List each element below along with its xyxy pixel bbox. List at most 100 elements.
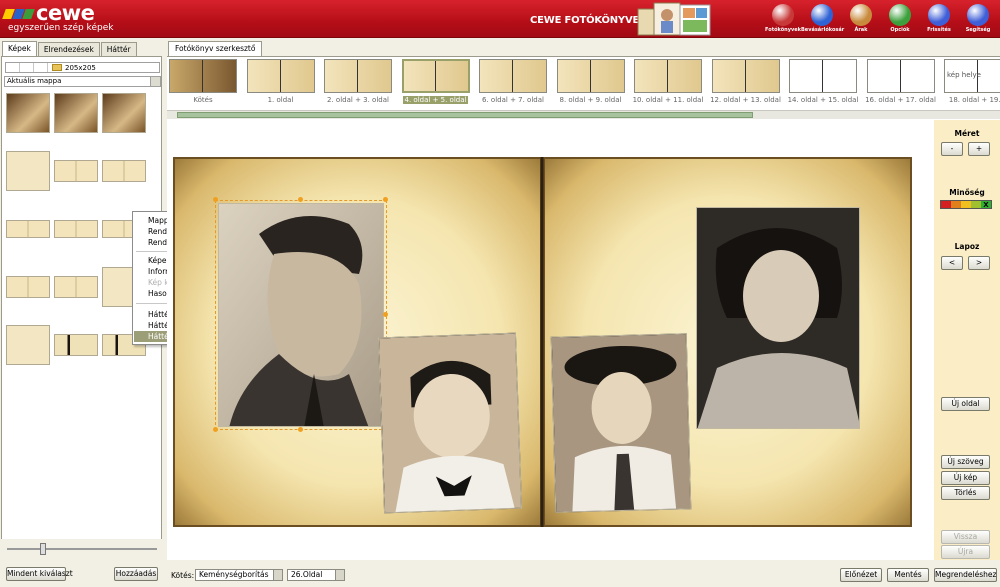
empty-slot-text: kép helye xyxy=(947,71,981,79)
page-count-select[interactable]: 26.Oldal xyxy=(287,569,345,581)
tab-backgrounds[interactable]: Háttér xyxy=(100,42,137,56)
preview-button[interactable]: Előnézet xyxy=(840,568,882,582)
page-count-value: 26.Oldal xyxy=(291,570,323,579)
chevron-down-icon[interactable] xyxy=(150,77,160,86)
photobooks-icon xyxy=(772,4,794,26)
photobooks-toolbar-button[interactable]: Fotókönyvek xyxy=(762,4,804,37)
order-button[interactable]: Megrendeléshez xyxy=(934,568,997,582)
page-thumbnail[interactable]: 6. oldal + 7. oldal xyxy=(479,59,547,105)
resize-handle-bl[interactable] xyxy=(213,427,218,432)
page-strip-scrollbar[interactable] xyxy=(167,110,1000,119)
background-thumbnail[interactable] xyxy=(54,93,98,133)
background-thumbnail[interactable] xyxy=(6,151,50,191)
photo-woman-portrait[interactable] xyxy=(696,207,860,429)
resize-handle-tl[interactable] xyxy=(213,197,218,202)
new-text-button[interactable]: Új szöveg xyxy=(941,455,990,469)
page-thumbnail[interactable]: kép helye 18. oldal + 19. o xyxy=(944,59,1000,105)
background-thumbnail[interactable] xyxy=(6,93,50,133)
download-toolbar-button[interactable]: Frissítés xyxy=(918,4,960,37)
page-thumbnail[interactable]: 4. oldal + 5. oldal xyxy=(401,59,470,105)
background-thumbnail[interactable] xyxy=(54,334,98,356)
folder-path-row[interactable]: 205x205 xyxy=(5,62,160,73)
page-thumbnail[interactable]: Kötés xyxy=(169,59,237,105)
page-thumbnail[interactable]: 2. oldal + 3. oldal xyxy=(324,59,392,105)
page-preview xyxy=(789,59,857,93)
toolbar-label: Árak xyxy=(854,27,868,33)
help-toolbar-button[interactable]: Segítség xyxy=(957,4,999,37)
select-all-button[interactable]: Mindent kiválaszt xyxy=(6,567,73,581)
page-caption: 16. oldal + 17. oldal xyxy=(865,96,936,104)
background-thumbnail[interactable] xyxy=(6,276,50,298)
page-preview: kép helye xyxy=(944,59,1000,93)
tab-photobook-editor[interactable]: Fotókönyv szerkesztő xyxy=(168,41,263,56)
page-preview xyxy=(401,59,470,93)
page-thumbnail[interactable]: 16. oldal + 17. oldal xyxy=(865,59,936,105)
next-page-button[interactable]: > xyxy=(968,256,990,270)
page-preview xyxy=(556,59,625,93)
delete-button[interactable]: Törlés xyxy=(941,486,990,500)
undo-button[interactable]: Vissza xyxy=(941,530,990,544)
resize-handle-tc[interactable] xyxy=(298,197,303,202)
page-thumbnail[interactable]: 14. oldal + 15. oldal xyxy=(788,59,858,105)
new-page-button[interactable]: Új oldal xyxy=(941,397,990,411)
checkmark-toolbar-button[interactable]: Bevásárlókosár xyxy=(801,4,844,37)
header-title: CEWE FOTÓKÖNYVEM xyxy=(530,15,649,26)
girl-portrait-image xyxy=(551,334,692,513)
woman-portrait-image xyxy=(697,208,859,428)
binding-select[interactable]: Keménységborítás xyxy=(195,569,283,581)
background-thumbnail[interactable] xyxy=(102,93,146,133)
size-plus-button[interactable]: + xyxy=(968,142,990,156)
resize-handle-tr[interactable] xyxy=(383,197,388,202)
page-preview xyxy=(634,59,702,93)
photobook-spread xyxy=(173,157,912,527)
quality-segment xyxy=(951,201,961,208)
scrollbar-thumb[interactable] xyxy=(177,112,753,118)
background-thumbnail[interactable] xyxy=(6,220,50,238)
quality-segment xyxy=(971,201,981,208)
background-thumbnail[interactable] xyxy=(54,220,98,238)
page-thumbnail[interactable]: 8. oldal + 9. oldal xyxy=(556,59,625,105)
resize-handle-bc[interactable] xyxy=(298,427,303,432)
options-toolbar-button[interactable]: Opciók xyxy=(879,4,921,37)
page-preview xyxy=(246,59,315,93)
new-image-button[interactable]: Új kép xyxy=(941,471,990,485)
page-thumbnail[interactable]: 10. oldal + 11. oldal xyxy=(633,59,703,105)
page-preview xyxy=(866,59,935,93)
chevron-down-icon[interactable] xyxy=(273,570,282,580)
background-thumbnail[interactable] xyxy=(6,325,50,365)
photo-child[interactable] xyxy=(377,332,523,514)
background-thumbnail[interactable] xyxy=(54,276,98,298)
toolbar-label: Fotókönyvek xyxy=(765,27,801,33)
background-thumbnail[interactable] xyxy=(54,160,98,182)
resize-handle-mr[interactable] xyxy=(383,312,388,317)
toolbar-label: Frissítés xyxy=(927,27,951,33)
size-minus-button[interactable]: - xyxy=(941,142,963,156)
current-folder-select[interactable]: Aktuális mappa xyxy=(4,76,161,87)
coins-toolbar-button[interactable]: Árak xyxy=(840,4,882,37)
folder-size: 205x205 xyxy=(65,63,96,72)
page-preview xyxy=(169,59,237,93)
thumbnail-zoom-slider[interactable] xyxy=(7,543,157,555)
save-button[interactable]: Mentés xyxy=(887,568,929,582)
page-preview xyxy=(711,59,780,93)
page-thumbnail[interactable]: 12. oldal + 13. oldal xyxy=(710,59,781,105)
slider-handle[interactable] xyxy=(40,543,46,555)
photo-girl-hat[interactable] xyxy=(550,333,692,513)
size-label: Méret xyxy=(954,129,980,138)
toolbar-label: Segítség xyxy=(965,27,991,33)
chevron-down-icon[interactable] xyxy=(335,570,344,580)
background-thumbnail[interactable] xyxy=(102,160,146,182)
current-folder-value: Aktuális mappa xyxy=(7,77,62,85)
child-portrait-image xyxy=(379,333,523,514)
redo-button[interactable]: Újra xyxy=(941,545,990,559)
add-button[interactable]: Hozzáadás xyxy=(114,567,158,581)
brand-tagline: egyszerűen szép képek xyxy=(8,23,114,33)
binding-label: Kötés: xyxy=(171,571,195,580)
page-caption: Kötés xyxy=(193,96,213,104)
tab-images[interactable]: Képek xyxy=(2,41,37,56)
page-thumbnail[interactable]: 1. oldal xyxy=(246,59,315,105)
selection-frame[interactable] xyxy=(215,200,387,430)
tab-layouts[interactable]: Elrendezések xyxy=(37,42,100,56)
prev-page-button[interactable]: < xyxy=(941,256,963,270)
folder-icon xyxy=(52,64,62,71)
